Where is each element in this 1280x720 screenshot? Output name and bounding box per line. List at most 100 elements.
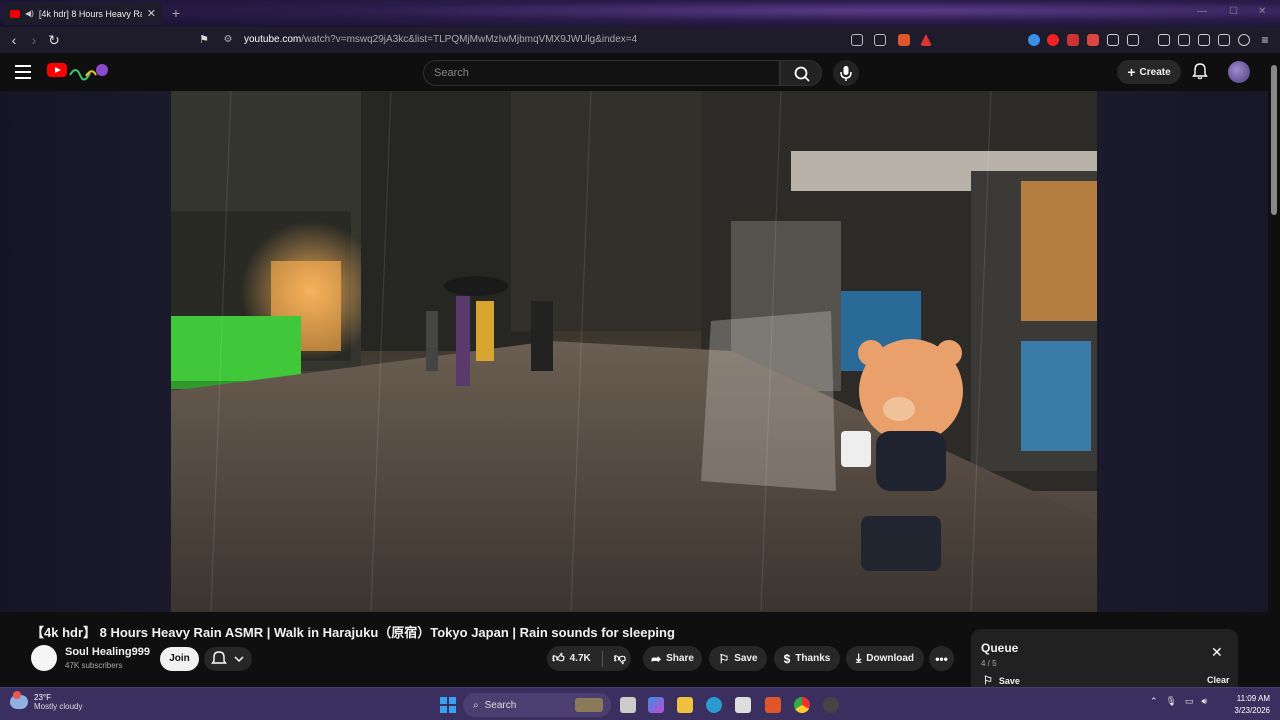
task-view-icon[interactable] bbox=[620, 697, 636, 713]
video-player[interactable] bbox=[0, 91, 1268, 612]
vpn-icon[interactable] bbox=[1238, 34, 1250, 46]
extension-ad-icon[interactable] bbox=[1087, 34, 1099, 46]
search-icon bbox=[794, 66, 810, 82]
share-button[interactable]: ➦ Share bbox=[643, 646, 702, 671]
microphone-icon bbox=[840, 66, 852, 81]
wallet-icon[interactable] bbox=[1198, 34, 1210, 46]
leo-ai-icon[interactable] bbox=[1218, 34, 1230, 46]
page-scrollbar[interactable] bbox=[1268, 53, 1280, 687]
tray-chevron-icon[interactable]: ⌃ bbox=[1150, 696, 1158, 707]
queue-clear-button[interactable]: Clear bbox=[1207, 675, 1230, 685]
edge-icon[interactable] bbox=[706, 697, 722, 713]
save-label: Save bbox=[734, 653, 758, 664]
screenshot-icon[interactable] bbox=[1127, 34, 1139, 46]
store-icon[interactable] bbox=[735, 697, 751, 713]
channel-avatar[interactable] bbox=[31, 645, 57, 671]
network-icon[interactable]: ▭ bbox=[1185, 696, 1194, 707]
chrome-icon[interactable] bbox=[794, 697, 810, 713]
doodle-logo-icon[interactable] bbox=[68, 61, 110, 81]
queue-save-label: Save bbox=[998, 675, 1020, 686]
weather-widget[interactable]: 23°F Mostly cloudy bbox=[10, 691, 82, 711]
account-avatar[interactable] bbox=[1228, 61, 1250, 83]
bookmark-icon[interactable]: ⚑ bbox=[196, 32, 212, 48]
queue-title: Queue bbox=[981, 641, 1019, 655]
thanks-dollar-icon: $ bbox=[783, 651, 791, 666]
search-button[interactable] bbox=[780, 60, 822, 86]
close-tab-icon[interactable]: ✕ bbox=[147, 7, 156, 20]
browser-tab-strip: ◀) [4k hdr] 8 Hours Heavy Rain ✕ + — ☐ ✕ bbox=[0, 0, 1280, 27]
subscribe-notifications-button[interactable] bbox=[204, 647, 252, 671]
create-button[interactable]: + Create bbox=[1117, 60, 1181, 84]
like-button[interactable]: 👍︎ 4.7K 👎︎ bbox=[547, 646, 631, 671]
extension-youtube-icon[interactable] bbox=[1047, 34, 1059, 46]
back-icon[interactable]: ‹ bbox=[6, 32, 22, 48]
url-field[interactable]: youtube.com/watch?v=mswq29jA3kc&list=TLP… bbox=[244, 34, 637, 45]
scrollbar-thumb[interactable] bbox=[1271, 65, 1277, 215]
maximize-icon[interactable]: ☐ bbox=[1229, 6, 1243, 17]
queue-panel: Queue 4 / 5 ✕ ⚐ Save Clear bbox=[971, 629, 1238, 689]
bookmark-icon: ⚐ bbox=[983, 675, 993, 687]
voice-search-button[interactable] bbox=[833, 60, 859, 86]
extension-blue-icon[interactable] bbox=[1028, 34, 1040, 46]
join-button[interactable]: Join bbox=[160, 647, 199, 671]
queue-count: 4 / 5 bbox=[981, 659, 997, 668]
minimize-icon[interactable]: — bbox=[1197, 6, 1211, 17]
search-icon: ⌕ bbox=[473, 699, 479, 711]
bookmark-icon: ⚐ bbox=[718, 651, 730, 666]
more-actions-button[interactable]: ••• bbox=[929, 646, 954, 671]
extensions-icon[interactable] bbox=[1107, 34, 1119, 46]
queue-save-button[interactable]: ⚐ Save bbox=[983, 674, 1020, 687]
like-divider bbox=[601, 650, 603, 667]
close-window-icon[interactable]: ✕ bbox=[1258, 6, 1272, 17]
video-frame[interactable] bbox=[171, 91, 1097, 612]
microphone-tray-icon[interactable]: 🎙︎ bbox=[1166, 696, 1177, 707]
extension-red-icon[interactable] bbox=[1067, 34, 1079, 46]
file-explorer-icon[interactable] bbox=[677, 697, 693, 713]
youtube-logo-icon[interactable] bbox=[47, 63, 67, 77]
windows-start-icon[interactable] bbox=[440, 697, 456, 713]
taskbar-clock[interactable]: 11:09 AM 3/23/2026 bbox=[1226, 693, 1270, 717]
weather-temperature: 23°F bbox=[34, 693, 51, 702]
obs-icon[interactable] bbox=[823, 697, 839, 713]
search-highlight-icon bbox=[575, 698, 603, 712]
more-dots-icon: ••• bbox=[935, 651, 948, 666]
plus-icon: + bbox=[1127, 64, 1136, 80]
clock-date: 3/23/2026 bbox=[1234, 706, 1270, 715]
queue-close-icon[interactable]: ✕ bbox=[1211, 644, 1223, 661]
save-button[interactable]: ⚐ Save bbox=[709, 646, 767, 671]
brave-shield-icon[interactable] bbox=[898, 34, 910, 46]
forward-icon[interactable]: › bbox=[26, 32, 42, 48]
site-info-icon[interactable]: ⚙ bbox=[220, 32, 236, 48]
brave-icon[interactable] bbox=[765, 697, 781, 713]
tab-title: [4k hdr] 8 Hours Heavy Rain bbox=[38, 8, 142, 19]
share-page-icon[interactable] bbox=[874, 34, 886, 46]
weather-cloud-icon bbox=[10, 691, 28, 709]
share-arrow-icon: ➦ bbox=[651, 651, 662, 666]
reload-icon[interactable]: ↻ bbox=[46, 32, 62, 48]
download-icon: ⤓ bbox=[855, 651, 862, 665]
subscriber-count: 47K subscribers bbox=[65, 661, 123, 670]
video-title: 【4k hdr】 8 Hours Heavy Rain ASMR | Walk … bbox=[31, 625, 675, 640]
volume-icon[interactable]: 🔊︎ bbox=[1202, 696, 1208, 707]
browser-tab[interactable]: ◀) [4k hdr] 8 Hours Heavy Rain ✕ bbox=[4, 2, 162, 25]
music-icon[interactable] bbox=[1158, 34, 1170, 46]
thanks-button[interactable]: $ Thanks bbox=[774, 646, 840, 671]
hamburger-menu-icon[interactable] bbox=[15, 65, 31, 79]
thanks-label: Thanks bbox=[795, 653, 831, 664]
browser-menu-icon[interactable]: ≡ bbox=[1257, 32, 1273, 48]
new-tab-button[interactable]: + bbox=[168, 5, 184, 21]
download-button[interactable]: ⤓ Download bbox=[846, 646, 924, 671]
rewards-icon[interactable] bbox=[920, 34, 932, 46]
video-scene-image bbox=[171, 91, 1097, 612]
channel-name[interactable]: Soul Healing999 bbox=[65, 646, 150, 658]
thumbs-down-icon[interactable]: 👎︎ bbox=[614, 651, 626, 666]
search-input[interactable]: Search bbox=[423, 60, 780, 86]
copilot-icon[interactable] bbox=[648, 697, 664, 713]
bell-dropdown-icon bbox=[211, 651, 244, 664]
speaker-icon[interactable]: ◀) bbox=[25, 9, 34, 18]
notifications-bell-icon[interactable] bbox=[1191, 62, 1209, 80]
sidebar-icon[interactable] bbox=[1178, 34, 1190, 46]
cast-icon[interactable] bbox=[851, 34, 863, 46]
taskbar-search[interactable]: ⌕ Search bbox=[463, 693, 611, 717]
youtube-favicon-icon bbox=[10, 9, 20, 18]
